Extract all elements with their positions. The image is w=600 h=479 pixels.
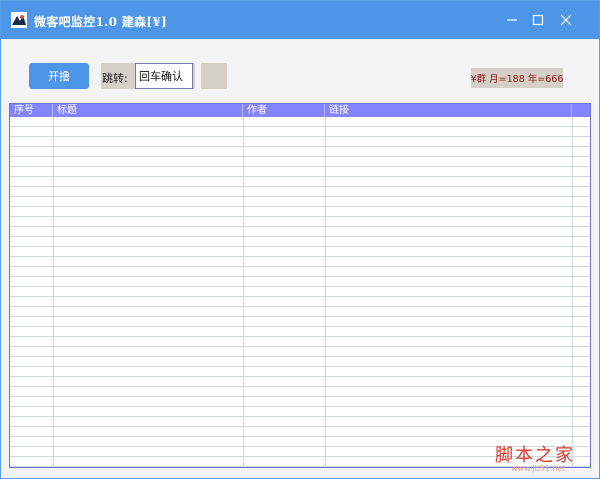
table-row[interactable] <box>10 377 590 387</box>
table-row[interactable] <box>10 197 590 207</box>
table-row[interactable] <box>10 307 590 317</box>
maximize-icon <box>532 14 544 26</box>
watermark-url: www.jb51.net <box>511 464 566 473</box>
table-row[interactable] <box>10 117 590 127</box>
jump-label: 跳转: <box>102 72 128 85</box>
table-row[interactable] <box>10 217 590 227</box>
start-button[interactable]: 开撸 <box>29 63 89 89</box>
table-row[interactable] <box>10 297 590 307</box>
maximize-button[interactable] <box>523 1 553 39</box>
table-row[interactable] <box>10 357 590 367</box>
results-table[interactable]: 序号 标题 作者 链接 <box>9 103 591 468</box>
app-logo-icon <box>11 12 27 28</box>
table-row[interactable] <box>10 277 590 287</box>
jump-input[interactable]: 回车确认 <box>135 63 193 89</box>
column-header-filler <box>572 104 590 117</box>
table-row[interactable] <box>10 327 590 337</box>
table-row[interactable] <box>10 367 590 377</box>
stats-label: ¥群 月=188 年=666 <box>471 68 563 88</box>
title-bar[interactable]: 微客吧监控1.0 建森[¥] <box>1 1 599 39</box>
table-row[interactable] <box>10 257 590 267</box>
minimize-icon <box>507 19 517 21</box>
table-row[interactable] <box>10 427 590 437</box>
table-row[interactable] <box>10 247 590 257</box>
table-row[interactable] <box>10 187 590 197</box>
column-divider <box>572 117 573 467</box>
jump-button[interactable] <box>201 63 227 89</box>
table-row[interactable] <box>10 267 590 277</box>
column-divider <box>243 117 244 467</box>
table-row[interactable] <box>10 127 590 137</box>
table-row[interactable] <box>10 397 590 407</box>
column-header-link[interactable]: 链接 <box>325 104 572 117</box>
table-row[interactable] <box>10 137 590 147</box>
table-row[interactable] <box>10 337 590 347</box>
table-row[interactable] <box>10 347 590 357</box>
table-row[interactable] <box>10 227 590 237</box>
column-divider <box>325 117 326 467</box>
table-row[interactable] <box>10 167 590 177</box>
app-window: 微客吧监控1.0 建森[¥] 开撸 跳转: 回车确认 ¥群 月=188 年=66… <box>0 0 600 479</box>
table-row[interactable] <box>10 317 590 327</box>
column-header-index[interactable]: 序号 <box>10 104 53 117</box>
jump-input-value: 回车确认 <box>139 70 183 83</box>
table-row[interactable] <box>10 407 590 417</box>
table-row[interactable] <box>10 287 590 297</box>
close-icon <box>560 14 572 26</box>
table-header: 序号 标题 作者 链接 <box>10 104 590 117</box>
table-row[interactable] <box>10 207 590 217</box>
column-header-author[interactable]: 作者 <box>243 104 325 117</box>
table-row[interactable] <box>10 147 590 157</box>
column-divider <box>53 117 54 467</box>
table-row[interactable] <box>10 177 590 187</box>
table-row[interactable] <box>10 157 590 167</box>
close-button[interactable] <box>551 1 581 39</box>
toolbar: 开撸 跳转: 回车确认 ¥群 月=188 年=666 <box>1 39 599 103</box>
table-row[interactable] <box>10 417 590 427</box>
column-header-title[interactable]: 标题 <box>53 104 243 117</box>
table-row[interactable] <box>10 237 590 247</box>
table-row[interactable] <box>10 387 590 397</box>
table-body <box>10 117 590 467</box>
window-title: 微客吧监控1.0 建森[¥] <box>34 15 167 29</box>
